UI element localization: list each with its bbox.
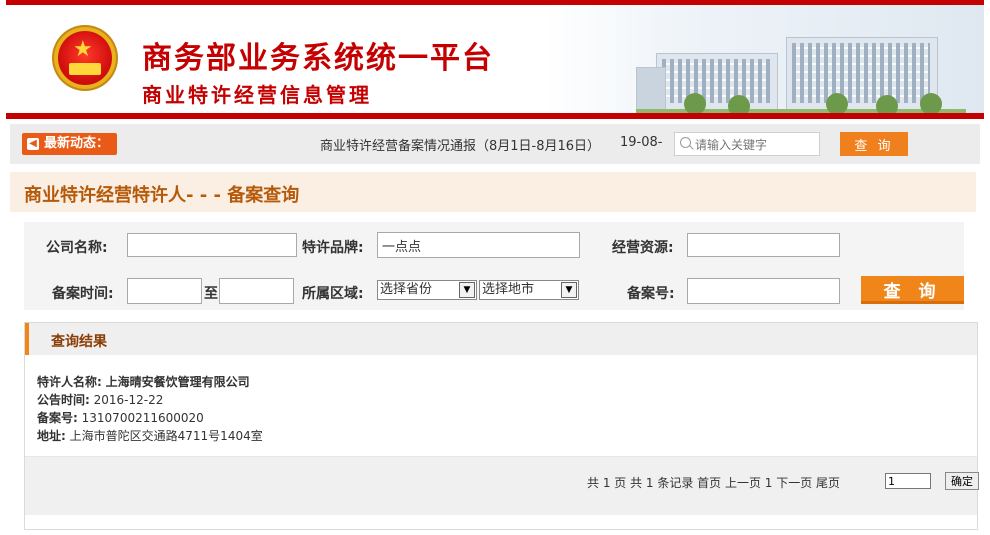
keyword-search-button[interactable]: 查 询 xyxy=(840,132,908,156)
resource-label: 经营资源: xyxy=(612,240,674,256)
chevron-down-icon: ▼ xyxy=(561,282,577,298)
news-date: 19-08- xyxy=(620,135,663,150)
pagination-text[interactable]: 共 1 页 共 1 条记录 首页 上一页 1 下一页 尾页 xyxy=(587,474,840,491)
resource-input[interactable] xyxy=(687,233,840,257)
franchisor-key: 特许人名称: xyxy=(37,375,102,389)
record-time-to-input[interactable] xyxy=(219,278,294,304)
page-title-bar: 商业特许经营特许人- - - 备案查询 xyxy=(10,172,976,212)
header-divider xyxy=(6,113,984,119)
company-name-input[interactable] xyxy=(127,233,297,257)
gate-shape xyxy=(69,63,101,75)
search-icon xyxy=(680,137,691,148)
to-label: 至 xyxy=(204,286,218,302)
franchisor-name: 上海晴安餐饮管理有限公司 xyxy=(105,375,250,389)
record-number: 1310700211600020 xyxy=(81,411,204,425)
publish-date-key: 公告时间: xyxy=(37,393,90,407)
national-emblem-icon: ★ xyxy=(54,27,116,89)
search-form: 公司名称: 特许品牌: 经营资源: 备案时间: 至 所属区域: 选择省份 ▼ 选… xyxy=(24,222,964,310)
record-time-label: 备案时间: xyxy=(52,286,114,302)
search-button[interactable]: 查 询 xyxy=(861,276,964,304)
company-name-label: 公司名称: xyxy=(46,240,108,256)
results-panel: 查询结果 特许人名称: 上海晴安餐饮管理有限公司 公告时间: 2016-12-2… xyxy=(24,322,979,530)
site-header: ★ 商务部业务系统统一平台 商业特许经营信息管理 xyxy=(6,0,984,118)
region-label: 所属区域: xyxy=(302,286,364,302)
keyword-search-input[interactable] xyxy=(693,135,817,155)
building-illustration xyxy=(636,23,966,118)
news-bar: ◀ 最新动态： 商业特许经营备案情况通报（8月1日-8月16日） 19-08- … xyxy=(10,124,980,164)
site-title: 商务部业务系统统一平台 xyxy=(142,41,494,76)
province-select[interactable]: 选择省份 ▼ xyxy=(377,280,477,300)
publish-date: 2016-12-22 xyxy=(93,393,164,407)
latest-news-label: ◀ 最新动态： xyxy=(22,133,118,155)
news-headline-link[interactable]: 商业特许经营备案情况通报（8月1日-8月16日） xyxy=(320,135,600,154)
star-icon: ★ xyxy=(73,37,93,62)
city-select[interactable]: 选择地市 ▼ xyxy=(479,280,579,300)
record-number-input[interactable] xyxy=(687,278,840,304)
record-number-key: 备案号: xyxy=(37,411,78,425)
page-title: 商业特许经营特许人- - - 备案查询 xyxy=(24,185,300,206)
record-time-from-input[interactable] xyxy=(127,278,202,304)
results-header: 查询结果 xyxy=(25,323,977,355)
keyword-search-box xyxy=(674,132,820,156)
site-subtitle: 商业特许经营信息管理 xyxy=(142,83,372,107)
confirm-page-button[interactable]: 确定 xyxy=(945,472,979,490)
address-key: 地址: xyxy=(37,429,66,443)
record-number-label: 备案号: xyxy=(627,286,675,302)
address: 上海市普陀区交通路4711号1404室 xyxy=(69,429,263,443)
pagination-bar: 共 1 页 共 1 条记录 首页 上一页 1 下一页 尾页 确定 xyxy=(25,457,979,515)
speaker-icon: ◀ xyxy=(27,138,39,150)
brand-input[interactable] xyxy=(377,232,580,258)
page-number-input[interactable] xyxy=(885,473,931,489)
page: ★ 商务部业务系统统一平台 商业特许经营信息管理 ◀ 最新动态： 商业特许经营备… xyxy=(6,0,984,535)
results-title: 查询结果 xyxy=(51,334,107,350)
chevron-down-icon: ▼ xyxy=(459,282,475,298)
brand-label: 特许品牌: xyxy=(302,240,364,256)
